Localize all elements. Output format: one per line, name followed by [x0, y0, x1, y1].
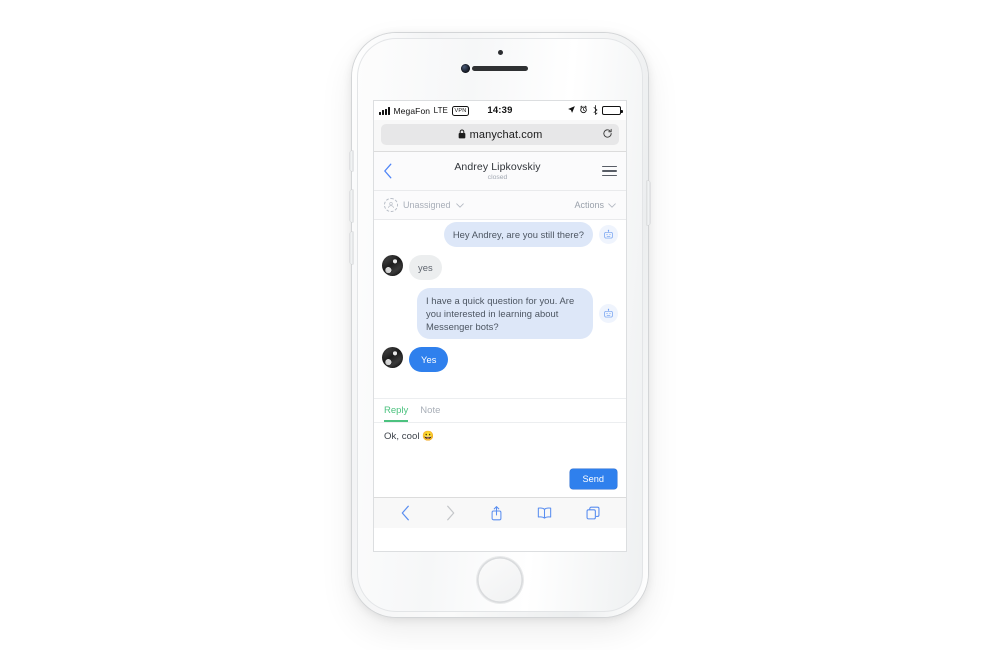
- conversation-status: closed: [487, 174, 508, 181]
- screenshot-canvas: MegaFon LTE VPN 14:39 manychat.com Andre…: [0, 0, 1000, 650]
- status-bar-right: [513, 104, 623, 117]
- bot-icon: [599, 225, 618, 244]
- quick-reply-bubble[interactable]: Yes: [409, 347, 449, 372]
- url-bar[interactable]: manychat.com: [381, 124, 619, 145]
- assignee-label: Unassigned: [403, 200, 451, 210]
- message-bubble-outgoing: Hey Andrey, are you still there?: [443, 222, 593, 247]
- home-button[interactable]: [477, 557, 523, 603]
- unassigned-person-icon: [384, 198, 398, 212]
- earpiece-speaker: [472, 66, 528, 71]
- silent-switch-button[interactable]: [350, 151, 353, 171]
- message-bubble-incoming: yes: [409, 255, 442, 280]
- message-row: I have a quick question for you. Are you…: [382, 288, 618, 339]
- carrier-label: MegaFon: [393, 105, 431, 116]
- back-icon[interactable]: [400, 505, 411, 521]
- bookmarks-icon[interactable]: [537, 506, 552, 520]
- iphone-device: MegaFon LTE VPN 14:39 manychat.com Andre…: [350, 33, 650, 617]
- browser-toolbar: [374, 497, 626, 528]
- device-screen: MegaFon LTE VPN 14:39 manychat.com Andre…: [374, 101, 626, 551]
- avatar: [382, 347, 403, 368]
- assignee-selector[interactable]: Unassigned: [384, 198, 574, 212]
- reload-icon[interactable]: [602, 126, 613, 144]
- alarm-clock-icon: [579, 105, 588, 116]
- message-row: Hey Andrey, are you still there?: [382, 222, 618, 247]
- bluetooth-icon: [592, 104, 599, 117]
- message-bubble-outgoing: I have a quick question for you. Are you…: [417, 288, 593, 339]
- reply-tab-bar: Reply Note: [374, 398, 626, 422]
- battery-icon: [602, 106, 623, 115]
- volume-down-button[interactable]: [350, 232, 353, 264]
- network-type-label: LTE: [433, 106, 448, 115]
- bot-icon: [599, 304, 618, 323]
- tab-reply[interactable]: Reply: [384, 405, 409, 422]
- chevron-down-icon: [455, 202, 464, 208]
- back-chevron-icon[interactable]: [383, 163, 393, 179]
- contact-name: Andrey Lipkovskiy: [454, 161, 541, 173]
- volume-up-button[interactable]: [350, 190, 353, 222]
- chat-title-block: Andrey Lipkovskiy closed: [393, 161, 602, 181]
- share-icon[interactable]: [490, 505, 503, 521]
- power-button[interactable]: [647, 181, 650, 225]
- hamburger-menu-icon[interactable]: [602, 165, 617, 177]
- signal-strength-icon: [379, 107, 390, 115]
- forward-icon: [445, 505, 456, 521]
- avatar: [382, 255, 403, 276]
- actions-menu[interactable]: Actions: [574, 200, 616, 210]
- message-row: Yes: [382, 347, 618, 372]
- front-camera-icon: [461, 64, 470, 73]
- location-arrow-icon: [567, 105, 576, 116]
- tab-note[interactable]: Note: [420, 405, 440, 422]
- clock-label: 14:39: [487, 105, 513, 116]
- message-list[interactable]: Hey Andrey, are you still there? yes I h…: [374, 220, 626, 398]
- compose-area[interactable]: Ok, cool 😀 Send: [374, 423, 626, 497]
- send-button[interactable]: Send: [569, 469, 617, 489]
- chevron-down-icon: [608, 202, 616, 208]
- lock-icon: [458, 126, 466, 144]
- url-text: manychat.com: [469, 128, 543, 141]
- vpn-badge: VPN: [451, 105, 470, 116]
- tabs-icon[interactable]: [586, 506, 600, 520]
- assignment-bar: Unassigned Actions: [374, 191, 626, 220]
- browser-url-bar-container: manychat.com: [374, 120, 626, 152]
- status-bar-left: MegaFon LTE VPN: [379, 105, 487, 116]
- chat-header: Andrey Lipkovskiy closed: [374, 152, 626, 191]
- message-input[interactable]: Ok, cool 😀: [384, 431, 616, 442]
- actions-label: Actions: [574, 200, 604, 210]
- status-bar: MegaFon LTE VPN 14:39: [374, 101, 626, 120]
- proximity-sensor-icon: [498, 50, 503, 55]
- message-row: yes: [382, 255, 618, 280]
